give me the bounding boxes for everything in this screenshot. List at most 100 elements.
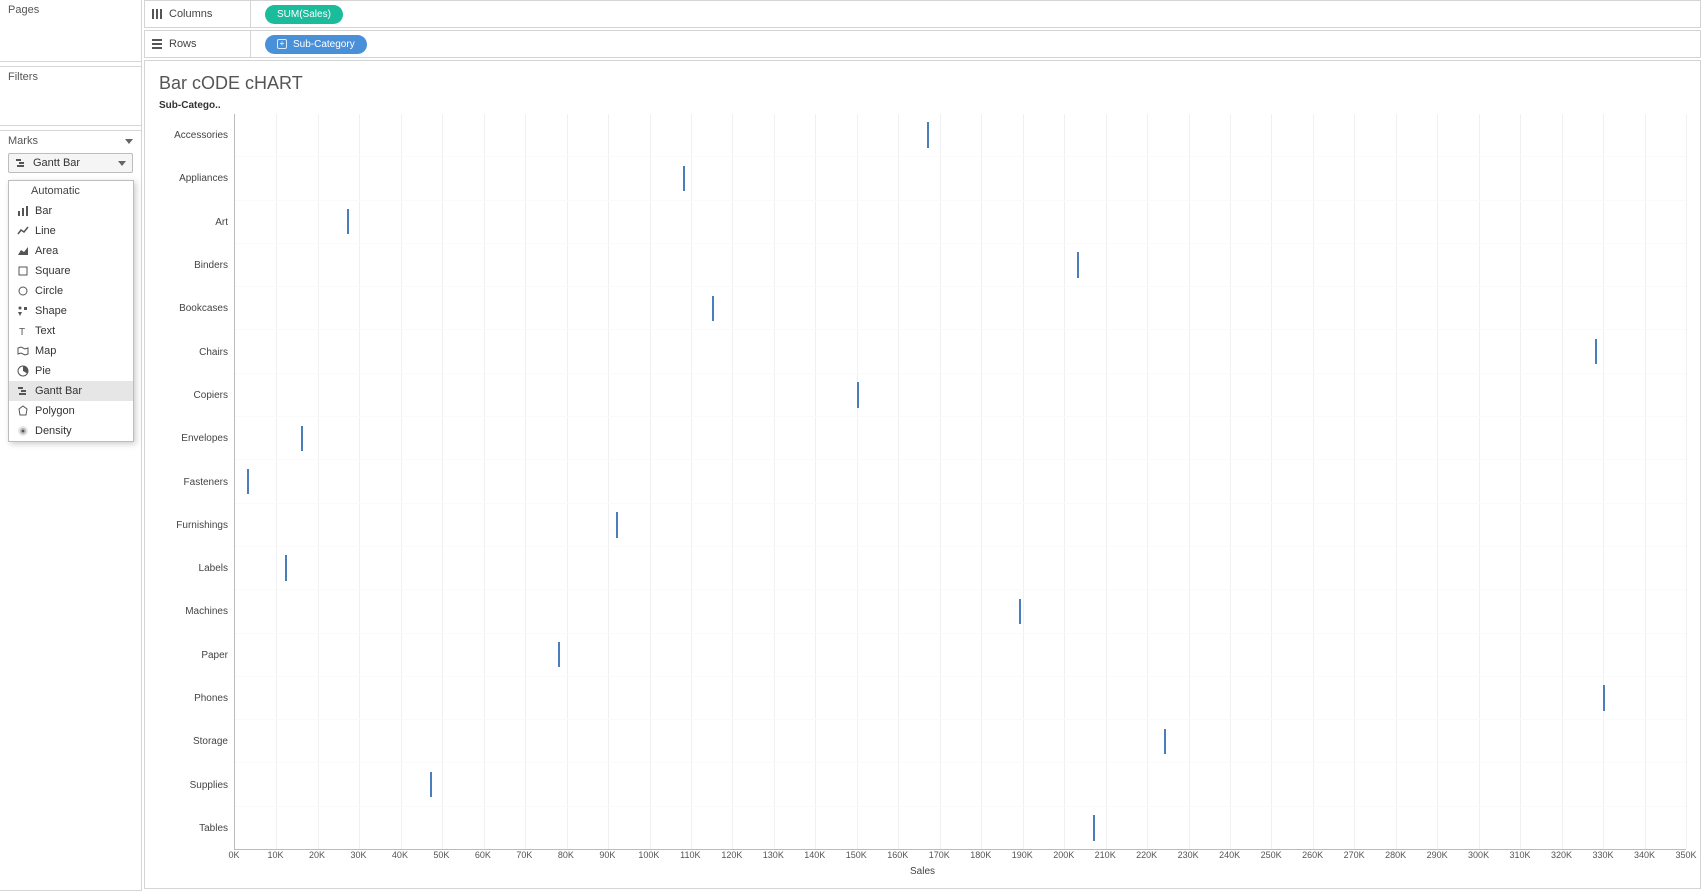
x-tick-label: 190K: [1012, 850, 1033, 860]
gantt-mark[interactable]: [683, 166, 685, 191]
viz-title[interactable]: Bar cODE cHART: [159, 73, 1686, 94]
x-tick-label: 80K: [558, 850, 574, 860]
gantt-mark[interactable]: [1019, 599, 1021, 624]
shape-icon: [17, 305, 29, 317]
category-label[interactable]: Envelopes: [159, 417, 234, 460]
gantt-mark[interactable]: [927, 122, 929, 147]
expand-icon[interactable]: +: [277, 39, 287, 49]
mark-option-map[interactable]: Map: [9, 341, 133, 361]
x-tick-label: 100K: [638, 850, 659, 860]
gantt-mark[interactable]: [301, 426, 303, 451]
rows-pill-sub-category[interactable]: + Sub-Category: [265, 35, 367, 54]
category-label[interactable]: Machines: [159, 590, 234, 633]
mark-option-label: Density: [35, 425, 72, 437]
side-panel: Pages Filters Marks Gantt Bar AutomaticB…: [0, 0, 142, 891]
data-row: [235, 633, 1686, 676]
category-label[interactable]: Fasteners: [159, 460, 234, 503]
data-row: [235, 676, 1686, 719]
mark-type-select[interactable]: Gantt Bar: [8, 153, 133, 173]
category-label[interactable]: Art: [159, 201, 234, 244]
mark-option-label: Gantt Bar: [35, 385, 82, 397]
x-tick-label: 230K: [1178, 850, 1199, 860]
mark-option-pie[interactable]: Pie: [9, 361, 133, 381]
mark-option-square[interactable]: Square: [9, 261, 133, 281]
gantt-mark[interactable]: [1164, 729, 1166, 754]
category-label[interactable]: Labels: [159, 547, 234, 590]
gantt-mark[interactable]: [616, 512, 618, 537]
gantt-mark[interactable]: [430, 772, 432, 797]
pages-label: Pages: [0, 0, 141, 20]
data-row: [235, 329, 1686, 372]
filters-label: Filters: [0, 67, 141, 87]
x-tick-label: 150K: [846, 850, 867, 860]
category-label[interactable]: Storage: [159, 720, 234, 763]
category-label[interactable]: Binders: [159, 244, 234, 287]
x-tick-label: 130K: [763, 850, 784, 860]
mark-option-line[interactable]: Line: [9, 221, 133, 241]
mark-option-label: Bar: [35, 205, 52, 217]
x-axis-title: Sales: [159, 866, 1686, 877]
line-icon: [17, 225, 29, 237]
mark-option-area[interactable]: Area: [9, 241, 133, 261]
mark-option-circle[interactable]: Circle: [9, 281, 133, 301]
category-label[interactable]: Paper: [159, 634, 234, 677]
data-row: [235, 546, 1686, 589]
mark-option-polygon[interactable]: Polygon: [9, 401, 133, 421]
data-row: [235, 416, 1686, 459]
mark-option-label: Shape: [35, 305, 67, 317]
category-label[interactable]: Chairs: [159, 330, 234, 373]
data-row: [235, 156, 1686, 199]
x-tick-label: 210K: [1095, 850, 1116, 860]
gantt-mark[interactable]: [1595, 339, 1597, 364]
category-label[interactable]: Phones: [159, 677, 234, 720]
mark-option-label: Text: [35, 325, 55, 337]
gantt-mark[interactable]: [712, 296, 714, 321]
x-tick-label: 270K: [1344, 850, 1365, 860]
gantt-mark[interactable]: [347, 209, 349, 234]
density-icon: [17, 425, 29, 437]
x-tick-label: 0K: [228, 850, 239, 860]
mark-option-bar[interactable]: Bar: [9, 201, 133, 221]
mark-option-label: Area: [35, 245, 58, 257]
pill-label: Sub-Category: [293, 39, 355, 50]
gantt-mark[interactable]: [857, 382, 859, 407]
gantt-mark[interactable]: [1603, 685, 1605, 710]
x-tick-label: 340K: [1634, 850, 1655, 860]
chevron-down-icon: [118, 161, 126, 166]
x-tick-label: 160K: [887, 850, 908, 860]
rows-label: Rows: [169, 38, 197, 50]
x-tick-label: 320K: [1551, 850, 1572, 860]
category-label[interactable]: Bookcases: [159, 287, 234, 330]
chevron-down-icon[interactable]: [125, 139, 133, 144]
data-row: [235, 503, 1686, 546]
gantt-mark[interactable]: [285, 555, 287, 580]
category-label[interactable]: Supplies: [159, 763, 234, 806]
gantt-mark[interactable]: [1093, 815, 1095, 840]
category-label[interactable]: Appliances: [159, 157, 234, 200]
rows-shelf[interactable]: Rows + Sub-Category: [144, 30, 1701, 58]
x-tick-label: 240K: [1219, 850, 1240, 860]
mark-option-auto[interactable]: Automatic: [9, 181, 133, 201]
x-tick-label: 310K: [1510, 850, 1531, 860]
mark-option-text[interactable]: TText: [9, 321, 133, 341]
category-label[interactable]: Accessories: [159, 114, 234, 157]
x-tick-label: 350K: [1675, 850, 1696, 860]
columns-pill-sum-sales[interactable]: SUM(Sales): [265, 5, 343, 24]
gantt-icon: [17, 385, 29, 397]
plot-area[interactable]: [234, 114, 1686, 850]
category-label[interactable]: Furnishings: [159, 504, 234, 547]
mark-option-shape[interactable]: Shape: [9, 301, 133, 321]
columns-shelf[interactable]: Columns SUM(Sales): [144, 0, 1701, 28]
gantt-mark[interactable]: [247, 469, 249, 494]
mark-option-density[interactable]: Density: [9, 421, 133, 441]
x-tick-label: 140K: [804, 850, 825, 860]
category-header: Sub-Catego..: [159, 100, 234, 114]
category-label[interactable]: Tables: [159, 807, 234, 850]
category-label[interactable]: Copiers: [159, 374, 234, 417]
data-row: [235, 459, 1686, 502]
mark-option-gantt[interactable]: Gantt Bar: [9, 381, 133, 401]
gantt-mark[interactable]: [1077, 252, 1079, 277]
gantt-mark[interactable]: [558, 642, 560, 667]
data-row: [235, 200, 1686, 243]
viz-canvas: Bar cODE cHART Sub-Catego.. AccessoriesA…: [144, 60, 1701, 889]
